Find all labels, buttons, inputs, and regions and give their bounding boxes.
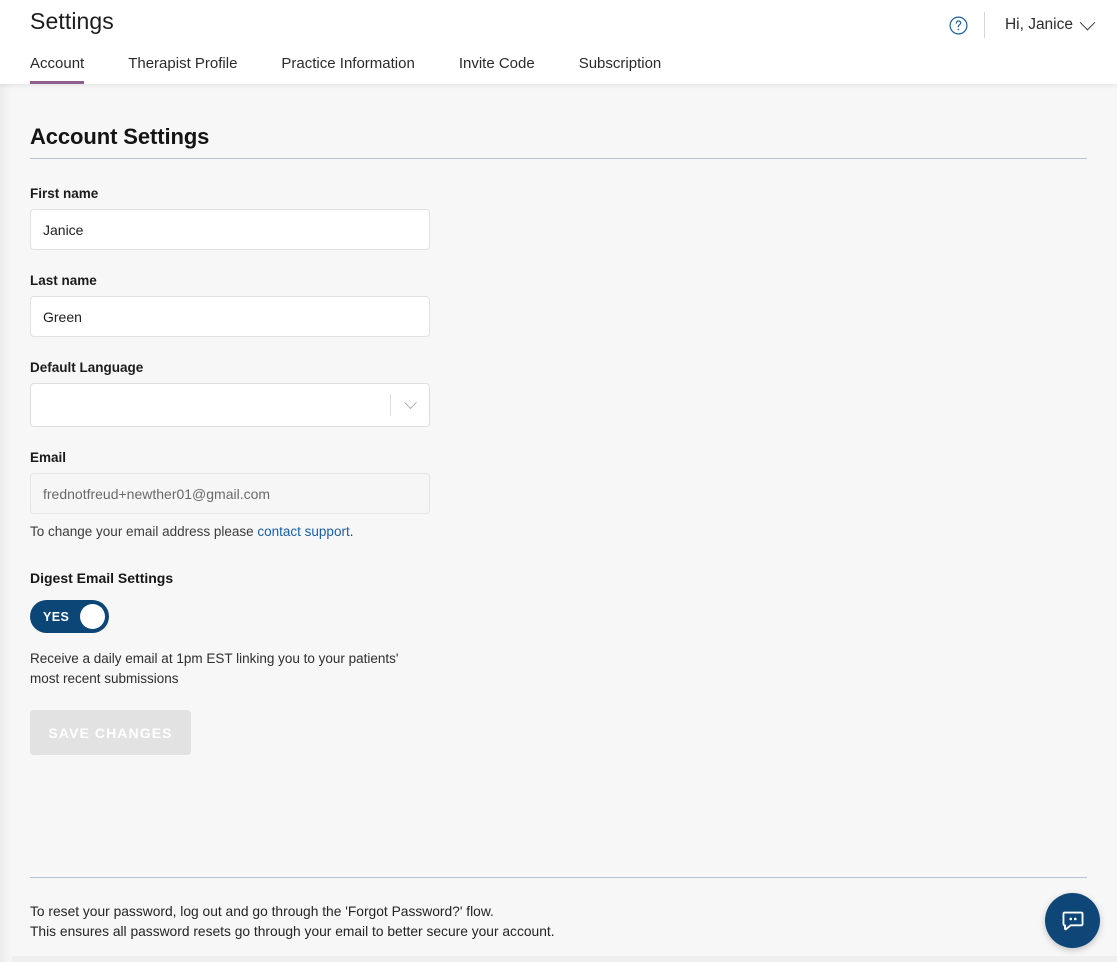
save-changes-button[interactable]: SAVE CHANGES [30,710,191,755]
email-field-group: Email To change your email address pleas… [30,450,430,539]
page-title: Account Settings [30,124,210,149]
digest-email-description: Receive a daily email at 1pm EST linking… [30,651,399,686]
email-input [30,473,430,514]
chat-support-button[interactable] [1045,893,1100,948]
settings-page: Settings Hi, Janice Account Therapist Pr… [0,0,1117,962]
last-name-input[interactable] [30,296,430,337]
first-name-field-group: First name [30,186,430,250]
tab-invite-code[interactable]: Invite Code [459,55,535,84]
tab-account[interactable]: Account [30,55,85,84]
header-divider [983,12,985,38]
contact-support-link[interactable]: contact support [257,524,349,539]
digest-email-settings-group: Digest Email Settings YES Receive a dail… [30,570,430,755]
page-header-title: Settings [30,8,114,34]
settings-content: Account Settings First name Last name De… [0,84,1117,962]
bottom-divider [30,877,1087,878]
header-actions: Hi, Janice [944,10,1099,40]
help-circle-icon[interactable] [944,10,974,40]
account-settings-form: First name Last name Default Language Em… [30,186,430,778]
digest-email-settings-label: Digest Email Settings [30,570,174,586]
email-helper-text: To change your email address please cont… [30,524,430,539]
tab-practice-information[interactable]: Practice Information [281,55,414,84]
user-greeting: Hi, Janice [1004,16,1073,33]
page-left-edge [0,84,12,962]
password-reset-note-line-1: To reset your password, log out and go t… [30,904,494,919]
page-bottom-edge [0,956,1117,962]
email-label: Email [30,450,67,465]
toggle-knob [80,604,105,629]
password-reset-note-line-2: This ensures all password resets go thro… [30,924,555,939]
tab-subscription[interactable]: Subscription [579,55,662,84]
email-helper-suffix: . [349,524,354,539]
user-menu[interactable]: Hi, Janice [999,12,1099,38]
chevron-down-icon [1079,14,1096,30]
last-name-field-group: Last name [30,273,430,337]
default-language-select[interactable] [30,383,430,427]
first-name-label: First name [30,186,99,201]
chat-bubble-icon [1062,911,1083,930]
digest-email-toggle-state: YES [43,609,70,624]
default-language-label: Default Language [30,360,144,375]
email-helper-prefix: To change your email address please [30,524,258,539]
title-divider [30,158,1087,159]
default-language-field-group: Default Language [30,360,430,427]
digest-email-toggle[interactable]: YES [30,600,109,633]
first-name-input[interactable] [30,209,430,250]
password-reset-note: To reset your password, log out and go t… [30,902,555,942]
last-name-label: Last name [30,273,97,288]
settings-tabs: Account Therapist Profile Practice Infor… [30,48,705,84]
chevron-down-icon[interactable] [391,395,429,410]
tab-therapist-profile[interactable]: Therapist Profile [128,55,237,84]
app-header: Settings Hi, Janice Account Therapist Pr… [0,0,1117,84]
